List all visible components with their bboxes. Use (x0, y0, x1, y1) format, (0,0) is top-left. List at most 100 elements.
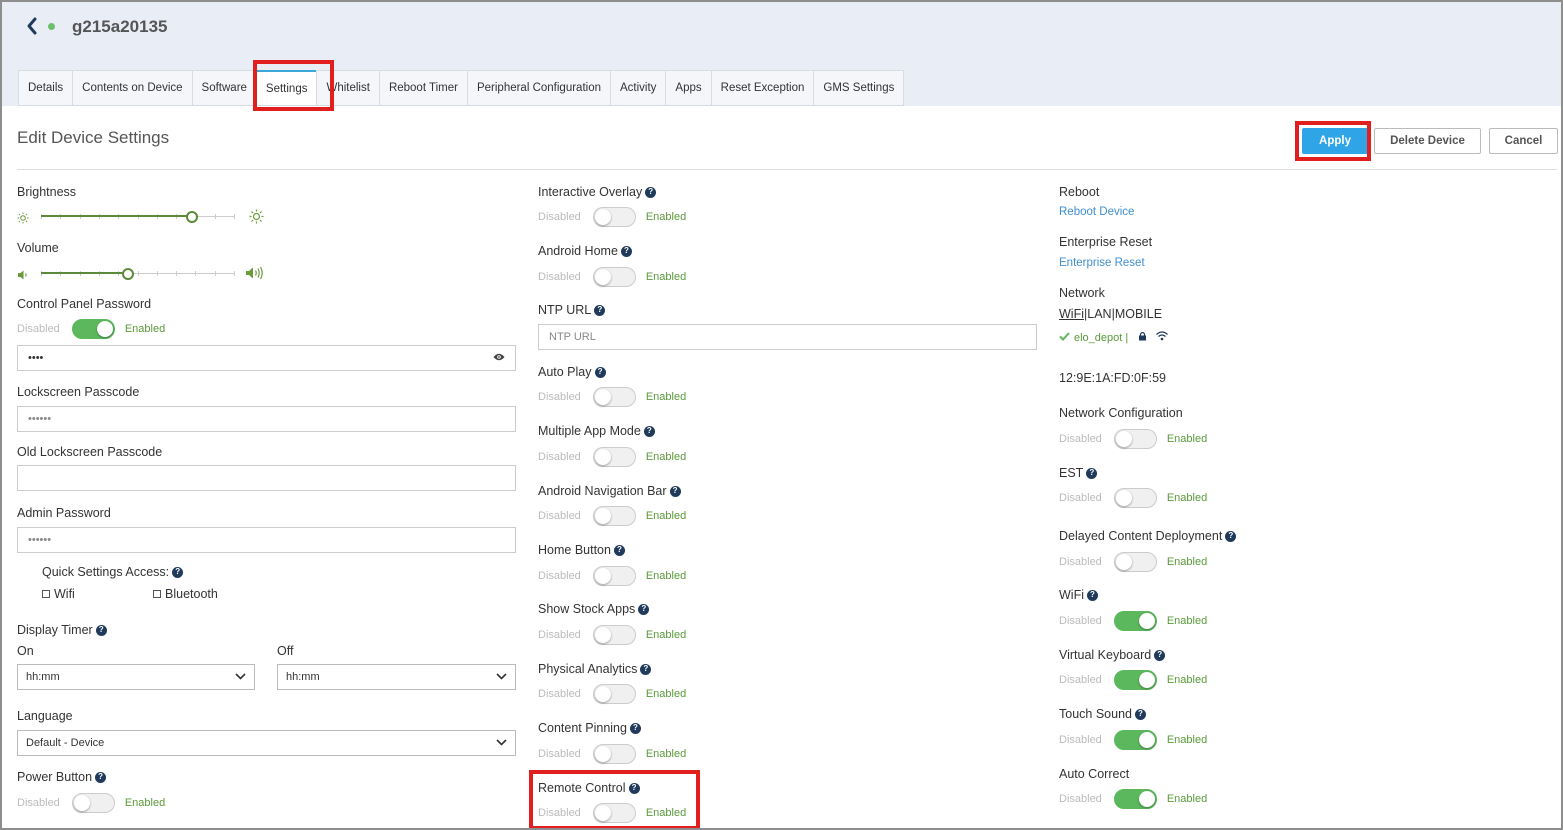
slider-thumb[interactable] (122, 268, 134, 280)
help-icon[interactable]: ? (1225, 530, 1237, 542)
help-icon[interactable]: ? (628, 782, 640, 794)
toggle-switch[interactable] (71, 319, 115, 339)
tab-whitelist[interactable]: Whitelist (316, 70, 379, 106)
eye-icon[interactable] (493, 352, 505, 364)
bluetooth-checkbox[interactable]: Bluetooth (153, 587, 218, 601)
home-button-toggle[interactable]: Disabled Enabled (538, 566, 686, 586)
toggle-switch[interactable] (592, 744, 636, 764)
back-arrow-icon[interactable] (22, 15, 44, 37)
display-timer-off-select[interactable]: hh:mm (277, 664, 516, 690)
multiple-app-mode-toggle[interactable]: Disabled Enabled (538, 447, 686, 467)
device-name: g215a20135 (72, 17, 168, 36)
tab-gms-settings[interactable]: GMS Settings (813, 70, 905, 106)
brightness-slider[interactable] (41, 208, 235, 226)
toggle-switch[interactable] (592, 803, 636, 823)
network-type-mobile[interactable]: MOBILE (1115, 307, 1162, 321)
help-icon[interactable]: ? (643, 425, 655, 437)
tab-reboot-timer[interactable]: Reboot Timer (378, 70, 467, 106)
tab-activity[interactable]: Activity (610, 70, 666, 106)
help-icon[interactable]: ? (1087, 589, 1098, 601)
old-lockscreen-passcode-input[interactable] (17, 465, 516, 491)
physical-analytics-toggle[interactable]: Disabled Enabled (538, 684, 686, 704)
toggle-switch[interactable] (71, 793, 115, 813)
help-icon[interactable]: ? (1086, 467, 1098, 479)
tab-software[interactable]: Software (191, 70, 256, 106)
toggle-switch[interactable] (1113, 611, 1157, 631)
tab-details[interactable]: Details (18, 70, 73, 106)
tab-peripheral-configuration[interactable]: Peripheral Configuration (466, 70, 610, 106)
help-icon[interactable]: ? (669, 485, 681, 497)
wifi-checkbox[interactable]: Wifi (42, 587, 75, 601)
toggle-switch[interactable] (1113, 789, 1157, 809)
ntp-url-input[interactable]: NTP URL (538, 324, 1037, 350)
tab-settings[interactable]: Settings (255, 70, 317, 106)
auto-correct-toggle[interactable]: Disabled Enabled (1059, 789, 1207, 809)
help-icon[interactable]: ? (95, 771, 107, 783)
toggle-switch[interactable] (1113, 552, 1157, 572)
toggle-enabled-label: Enabled (1166, 492, 1208, 504)
volume-label: Volume (17, 241, 59, 255)
apply-button[interactable]: Apply (1302, 128, 1368, 154)
multiple-app-mode-label: Multiple App Mode? (538, 424, 655, 438)
volume-slider[interactable] (41, 265, 235, 283)
control-panel-password-toggle[interactable]: Disabled Enabled (17, 319, 165, 339)
control-panel-password-input[interactable]: •••• (17, 345, 516, 371)
tab-contents-on-device[interactable]: Contents on Device (72, 70, 192, 106)
lockscreen-passcode-input[interactable]: •••••• (17, 406, 516, 432)
content-pinning-label: Content Pinning? (538, 721, 641, 735)
help-icon[interactable]: ? (594, 366, 606, 378)
virtual-keyboard-toggle[interactable]: Disabled Enabled (1059, 670, 1207, 690)
toggle-switch[interactable] (592, 625, 636, 645)
help-icon[interactable]: ? (1134, 708, 1146, 720)
admin-password-input[interactable]: •••••• (17, 527, 516, 553)
enterprise-reset-link[interactable]: Enterprise Reset (1059, 257, 1145, 269)
network-type-wifi[interactable]: WiFi (1059, 307, 1084, 321)
toggle-switch[interactable] (592, 684, 636, 704)
toggle-switch[interactable] (1113, 488, 1157, 508)
help-icon[interactable]: ? (620, 245, 632, 257)
show-stock-apps-toggle[interactable]: Disabled Enabled (538, 625, 686, 645)
toggle-switch[interactable] (592, 506, 636, 526)
help-icon[interactable]: ? (638, 603, 650, 615)
wifi-toggle[interactable]: Disabled Enabled (1059, 611, 1207, 631)
toggle-switch[interactable] (592, 207, 636, 227)
content-pinning-toggle[interactable]: Disabled Enabled (538, 744, 686, 764)
help-icon[interactable]: ? (95, 624, 107, 636)
slider-thumb[interactable] (186, 211, 198, 223)
toggle-switch[interactable] (592, 267, 636, 287)
help-icon[interactable]: ? (640, 663, 652, 675)
auto-play-toggle[interactable]: Disabled Enabled (538, 387, 686, 407)
toggle-enabled-label: Enabled (1166, 433, 1208, 445)
network-configuration-toggle[interactable]: Disabled Enabled (1059, 429, 1207, 449)
checkbox[interactable] (42, 590, 50, 598)
display-timer-on-select[interactable]: hh:mm (17, 664, 255, 690)
delete-device-button[interactable]: Delete Device (1374, 128, 1481, 154)
help-icon[interactable]: ? (1154, 649, 1166, 661)
toggle-switch[interactable] (592, 387, 636, 407)
help-icon[interactable]: ? (629, 722, 641, 734)
android-home-toggle[interactable]: Disabled Enabled (538, 267, 686, 287)
touch-sound-toggle[interactable]: Disabled Enabled (1059, 730, 1207, 750)
delayed-content-deployment-toggle[interactable]: Disabled Enabled (1059, 552, 1207, 572)
help-icon[interactable]: ? (594, 304, 606, 316)
reboot-device-link[interactable]: Reboot Device (1059, 206, 1134, 218)
language-select[interactable]: Default - Device (17, 730, 516, 756)
help-icon[interactable]: ? (172, 566, 184, 578)
tab-apps[interactable]: Apps (665, 70, 711, 106)
android-navigation-bar-toggle[interactable]: Disabled Enabled (538, 506, 686, 526)
checkbox[interactable] (153, 590, 161, 598)
toggle-switch[interactable] (592, 447, 636, 467)
toggle-switch[interactable] (592, 566, 636, 586)
tab-reset-exception[interactable]: Reset Exception (710, 70, 814, 106)
help-icon[interactable]: ? (645, 186, 657, 198)
toggle-switch[interactable] (1113, 429, 1157, 449)
est-toggle[interactable]: Disabled Enabled (1059, 488, 1207, 508)
power-button-toggle[interactable]: Disabled Enabled (17, 793, 165, 813)
remote-control-toggle[interactable]: Disabled Enabled (538, 803, 686, 823)
help-icon[interactable]: ? (613, 544, 625, 556)
interactive-overlay-toggle[interactable]: Disabled Enabled (538, 207, 686, 227)
cancel-button[interactable]: Cancel (1489, 128, 1558, 154)
toggle-switch[interactable] (1113, 670, 1157, 690)
network-type-lan[interactable]: LAN (1087, 307, 1111, 321)
toggle-switch[interactable] (1113, 730, 1157, 750)
